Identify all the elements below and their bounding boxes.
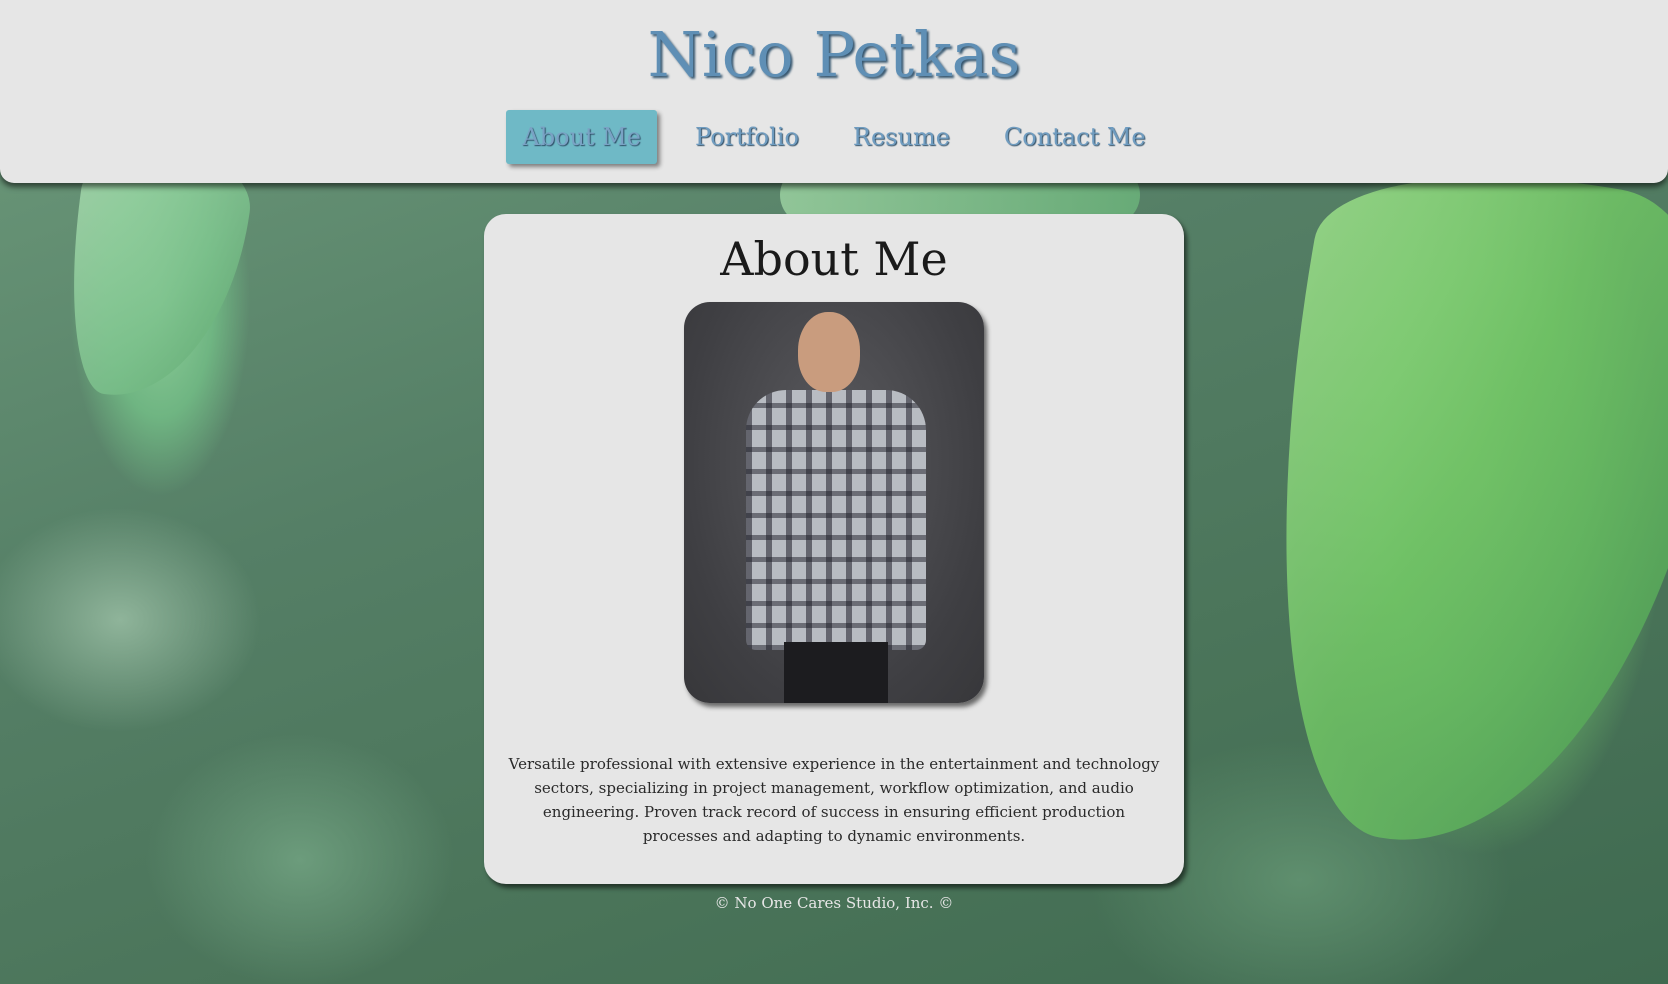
person-legs (784, 642, 888, 703)
leaf-decoration-right (1214, 138, 1668, 882)
person-shirt (746, 390, 926, 650)
bio-text: Versatile professional with extensive ex… (508, 755, 1160, 845)
about-card: About Me Versatile professional with ext… (484, 214, 1184, 884)
nav-item-resume[interactable]: Resume (837, 110, 966, 164)
site-header: Nico Petkas About Me Portfolio Resume Co… (0, 0, 1668, 183)
about-heading: About Me (720, 232, 948, 286)
nav-item-contact-me[interactable]: Contact Me (988, 110, 1162, 164)
nav-item-about-me[interactable]: About Me (506, 110, 658, 164)
footer-copyright: © No One Cares Studio, Inc. © (714, 894, 954, 912)
person-head (798, 312, 860, 392)
nav-item-portfolio[interactable]: Portfolio (679, 110, 815, 164)
site-title: Nico Petkas (647, 18, 1021, 91)
main-nav: About Me Portfolio Resume Contact Me (0, 110, 1668, 164)
portrait-photo (684, 302, 984, 703)
